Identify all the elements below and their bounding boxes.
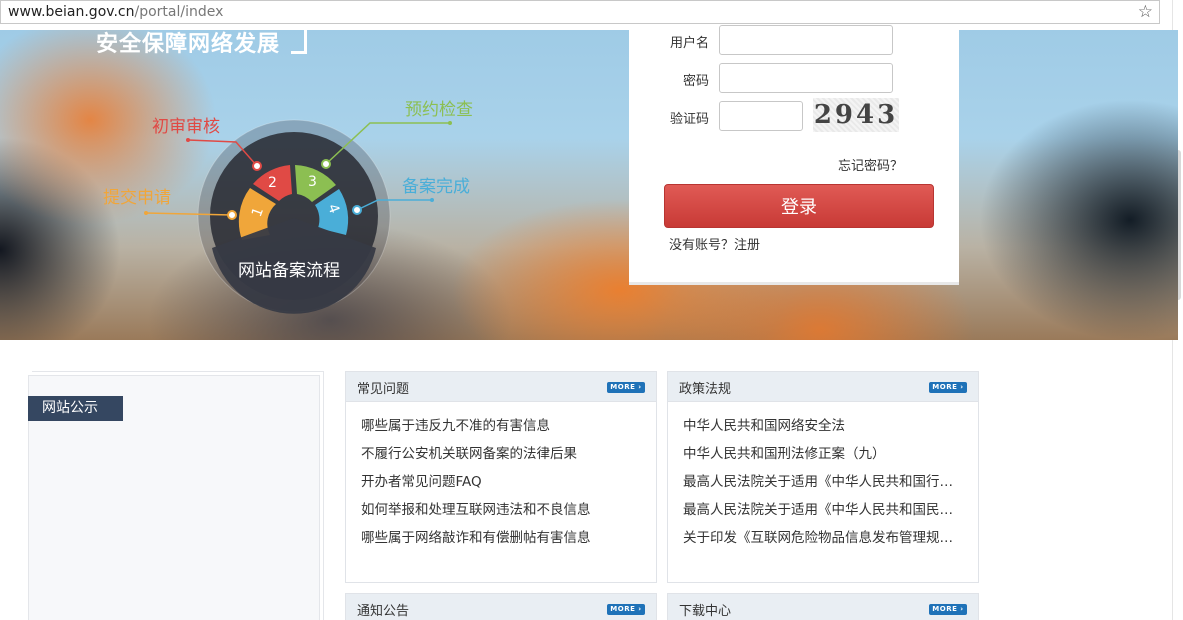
download-box: 下载中心 MORE ›	[667, 593, 979, 620]
faq-box: 常见问题 MORE › 哪些属于违反九不准的有害信息 不履行公安机关联网备案的法…	[345, 371, 657, 583]
register-link[interactable]: 没有账号？注册	[669, 234, 760, 253]
connector-node	[252, 161, 262, 171]
username-input[interactable]	[719, 25, 893, 55]
policy-item[interactable]: 中华人民共和国网络安全法	[683, 412, 965, 440]
flow-step-label: 备案完成	[402, 177, 470, 197]
star-icon[interactable]: ☆	[1138, 2, 1153, 22]
policy-header: 政策法规 MORE ›	[668, 372, 978, 402]
flow-step-label: 预约检查	[405, 100, 473, 120]
password-input[interactable]	[719, 63, 893, 93]
flow-step-label: 提交申请	[103, 188, 171, 208]
faq-item[interactable]: 不履行公安机关联网备案的法律后果	[361, 440, 643, 468]
hero-banner: 安全保障网络发展 1 2 3 4 提交申请 初审审核 预约检查 备案完成 网站备…	[0, 30, 1178, 340]
faq-header: 常见问题 MORE ›	[346, 372, 656, 402]
policy-item[interactable]: 最高人民法院关于适用《中华人民共和国民事诉讼法》的解释	[683, 496, 965, 524]
flow-step-num: 3	[308, 174, 317, 190]
captcha-image[interactable]: 2943	[813, 98, 899, 132]
announce-box: 通知公告 MORE ›	[345, 593, 657, 620]
policy-item[interactable]: 关于印发《互联网危险物品信息发布管理规定》的通知	[683, 524, 965, 552]
faq-item[interactable]: 哪些属于违反九不准的有害信息	[361, 412, 643, 440]
login-panel: 用户名 密码 验证码 2943 忘记密码？ 登录 没有账号？注册	[629, 25, 959, 285]
connector-node	[321, 159, 331, 169]
username-label: 用户名	[669, 36, 709, 51]
policy-item[interactable]: 中华人民共和国刑法修正案（九）	[683, 440, 965, 468]
password-label: 密码	[682, 74, 709, 89]
policy-title: 政策法规	[679, 382, 732, 397]
faq-item[interactable]: 哪些属于网络敲诈和有偿删帖有害信息	[361, 524, 643, 552]
policy-more-button[interactable]: MORE ›	[929, 382, 967, 393]
announce-header: 通知公告 MORE ›	[346, 594, 656, 620]
faq-more-button[interactable]: MORE ›	[607, 382, 645, 393]
login-button[interactable]: 登录	[664, 184, 934, 228]
faq-list: 哪些属于违反九不准的有害信息 不履行公安机关联网备案的法律后果 开办者常见问题F…	[346, 402, 656, 552]
download-header: 下载中心 MORE ›	[668, 594, 978, 620]
policy-item[interactable]: 最高人民法院关于适用《中华人民共和国行政诉讼法》的解释	[683, 468, 965, 496]
connector-dot	[186, 138, 190, 142]
announce-more-button[interactable]: MORE ›	[607, 604, 645, 615]
address-bar[interactable]: www.beian.gov.cn/portal/index ☆	[0, 0, 1160, 24]
url-text[interactable]: www.beian.gov.cn/portal/index	[8, 4, 223, 20]
connector-dot	[430, 198, 434, 202]
flow-step-label: 初审审核	[152, 117, 220, 137]
faq-item[interactable]: 如何举报和处理互联网违法和不良信息	[361, 496, 643, 524]
captcha-label: 验证码	[669, 112, 709, 127]
forgot-password-link[interactable]: 忘记密码？	[838, 155, 903, 174]
announce-title: 通知公告	[357, 604, 410, 619]
tab-website-notice[interactable]: 网站公示	[28, 396, 123, 421]
connector-dot	[144, 211, 148, 215]
download-title: 下载中心	[679, 604, 732, 619]
connector-node	[227, 210, 237, 220]
flow-title: 网站备案流程	[238, 261, 340, 281]
flow-step-num: 2	[268, 175, 277, 191]
faq-title: 常见问题	[357, 382, 410, 397]
connector-node	[352, 205, 362, 215]
download-more-button[interactable]: MORE ›	[929, 604, 967, 615]
policy-list: 中华人民共和国网络安全法 中华人民共和国刑法修正案（九） 最高人民法院关于适用《…	[668, 402, 978, 552]
captcha-input[interactable]	[719, 101, 803, 131]
connector-dot	[448, 121, 452, 125]
policy-box: 政策法规 MORE › 中华人民共和国网络安全法 中华人民共和国刑法修正案（九）…	[667, 371, 979, 583]
faq-item[interactable]: 开办者常见问题FAQ	[361, 468, 643, 496]
